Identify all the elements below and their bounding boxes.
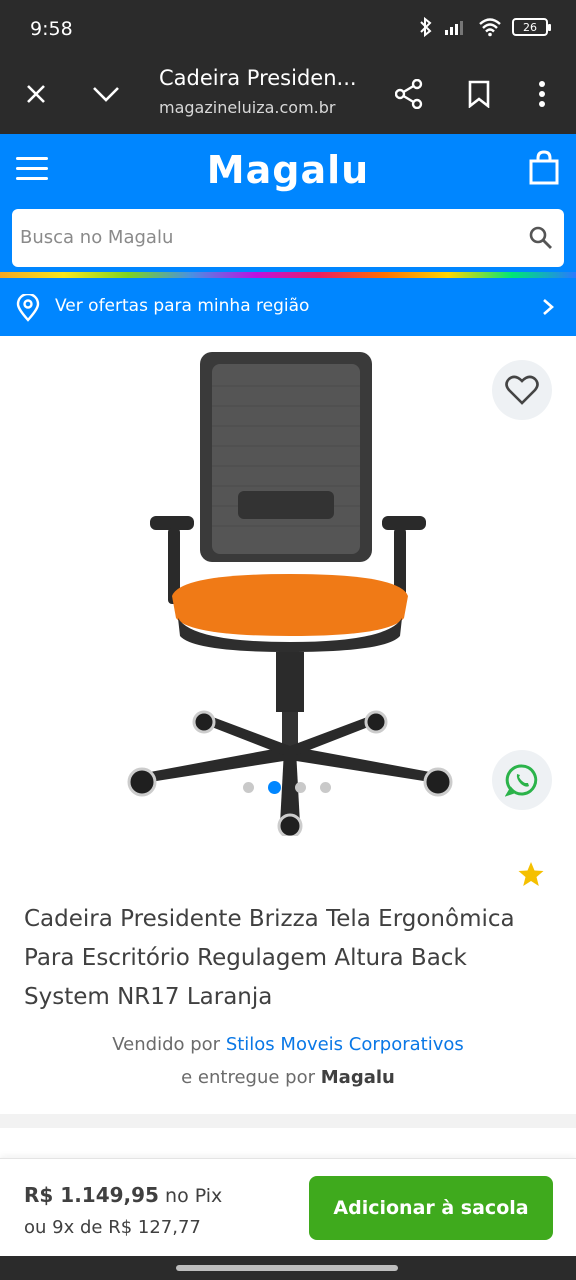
gallery-dot[interactable] — [320, 782, 331, 793]
section-divider — [0, 1114, 576, 1128]
wifi-icon — [479, 18, 501, 37]
whatsapp-share-button[interactable] — [492, 750, 552, 810]
bluetooth-icon — [420, 16, 432, 38]
search-icon[interactable] — [528, 225, 554, 251]
more-vert-icon[interactable] — [522, 74, 562, 114]
bookmark-icon[interactable] — [459, 74, 499, 114]
home-indicator[interactable] — [176, 1265, 398, 1271]
heart-icon — [505, 375, 539, 405]
whatsapp-icon — [505, 764, 538, 797]
product-title: Cadeira Presidente Brizza Tela Ergonômic… — [24, 906, 515, 1010]
delivered-by: Magalu — [320, 1067, 395, 1088]
page-url[interactable]: magazineluiza.com.br — [159, 98, 336, 117]
installments-text: ou 9x de R$ 127,77 — [24, 1217, 201, 1238]
location-pin-icon — [16, 294, 40, 322]
price-value: R$ 1.149,95 — [24, 1183, 159, 1207]
status-icons: 26 — [418, 16, 551, 38]
gallery-pagination — [243, 781, 331, 794]
battery-level: 26 — [523, 20, 537, 34]
browser-toolbar: Cadeira Presiden... magazineluiza.com.br — [0, 56, 576, 134]
system-nav-bar — [0, 1256, 576, 1280]
price-suffix: no Pix — [165, 1185, 223, 1207]
region-offers-bar[interactable]: Ver ofertas para minha região — [0, 278, 576, 336]
price-line: R$ 1.149,95 no Pix — [24, 1183, 222, 1207]
share-icon[interactable] — [389, 74, 429, 114]
search-input[interactable]: Busca no Magalu — [12, 209, 564, 267]
shopping-bag-icon[interactable] — [526, 150, 562, 186]
region-offers-label: Ver ofertas para minha região — [55, 296, 310, 316]
status-bar: 9:58 26 — [0, 0, 576, 56]
search-placeholder: Busca no Magalu — [20, 227, 174, 248]
site-logo[interactable]: Magalu — [0, 148, 576, 192]
sold-by-prefix: Vendido por — [112, 1034, 221, 1055]
purchase-bar: R$ 1.149,95 no Pix ou 9x de R$ 127,77 Ad… — [0, 1158, 576, 1256]
seller-link[interactable]: Stilos Moveis Corporativos — [226, 1034, 464, 1055]
battery-icon: 26 — [512, 18, 551, 36]
gallery-dot-active[interactable] — [268, 781, 281, 794]
chevron-right-icon — [543, 299, 554, 315]
add-to-cart-button[interactable]: Adicionar à sacola — [309, 1176, 553, 1240]
close-icon[interactable] — [16, 74, 56, 114]
chevron-down-icon[interactable] — [86, 74, 126, 114]
star-icon[interactable] — [517, 860, 545, 888]
status-time: 9:58 — [30, 18, 73, 40]
delivery-line: e entregue por Magalu — [0, 1067, 576, 1088]
seller-line: Vendido por Stilos Moveis Corporativos — [0, 1034, 576, 1055]
signal-icon — [445, 21, 463, 35]
site-header: Magalu Busca no Magalu — [0, 134, 576, 279]
favorite-button[interactable] — [492, 360, 552, 420]
delivered-by-prefix: e entregue por — [181, 1067, 316, 1088]
product-image[interactable] — [120, 346, 460, 836]
product-gallery[interactable] — [0, 336, 576, 846]
gallery-dot[interactable] — [243, 782, 254, 793]
gallery-dot[interactable] — [295, 782, 306, 793]
page-title[interactable]: Cadeira Presiden... — [159, 66, 357, 90]
